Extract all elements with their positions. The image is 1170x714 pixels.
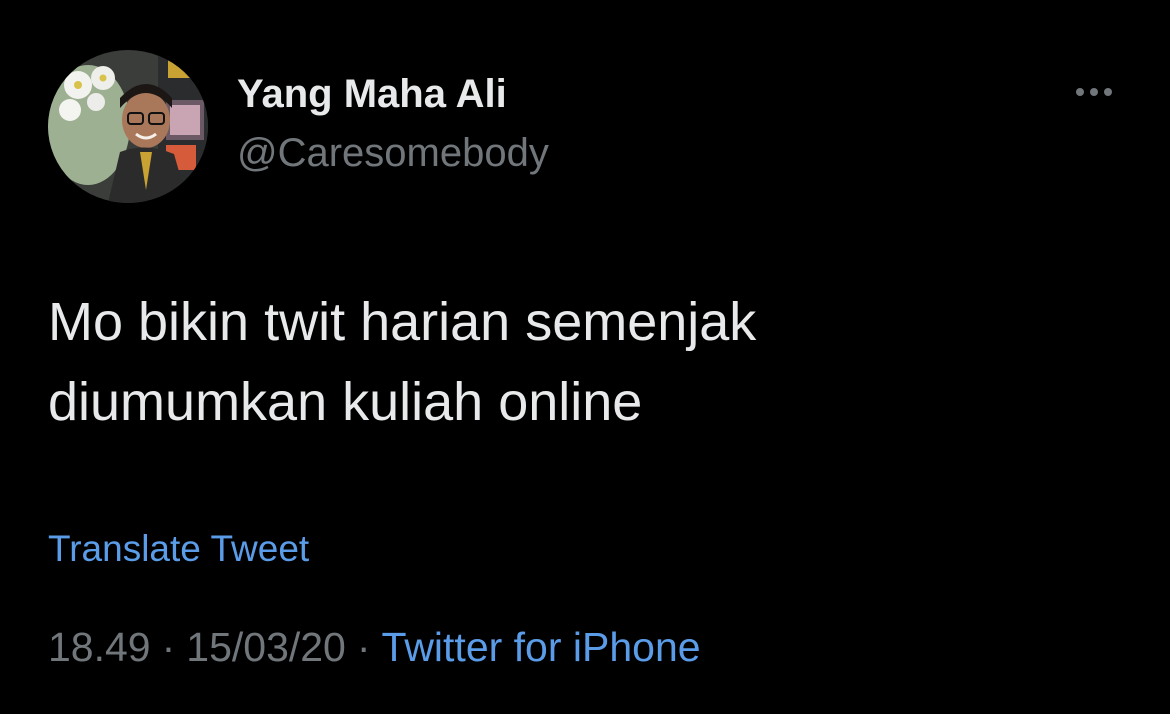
- user-handle[interactable]: @Caresomebody: [237, 129, 549, 177]
- tweet-text-line: Mo bikin twit harian semenjak: [48, 292, 757, 352]
- more-options-button[interactable]: [1068, 78, 1120, 108]
- tweet-text: Mo bikin twit harian semenjak diumumkan …: [48, 282, 1128, 442]
- meta-separator: ·: [356, 624, 371, 670]
- tweet-source-link[interactable]: Twitter for iPhone: [382, 624, 701, 670]
- more-horizontal-icon-dot: [1104, 88, 1112, 96]
- tweet-text-line: diumumkan kuliah online: [48, 372, 643, 432]
- more-horizontal-icon-dot: [1090, 88, 1098, 96]
- meta-separator: ·: [161, 624, 176, 670]
- tweet-detail: Yang Maha Ali @Caresomebody Mo bikin twi…: [0, 0, 1170, 714]
- profile-photo-icon: [48, 50, 208, 203]
- avatar[interactable]: [48, 50, 208, 203]
- display-name[interactable]: Yang Maha Ali: [237, 70, 507, 118]
- tweet-metadata: 18.49 · 15/03/20 · Twitter for iPhone: [48, 622, 701, 672]
- more-horizontal-icon: [1076, 88, 1084, 96]
- tweet-time[interactable]: 18.49: [48, 624, 151, 670]
- translate-tweet-link[interactable]: Translate Tweet: [48, 526, 309, 572]
- tweet-date[interactable]: 15/03/20: [186, 624, 346, 670]
